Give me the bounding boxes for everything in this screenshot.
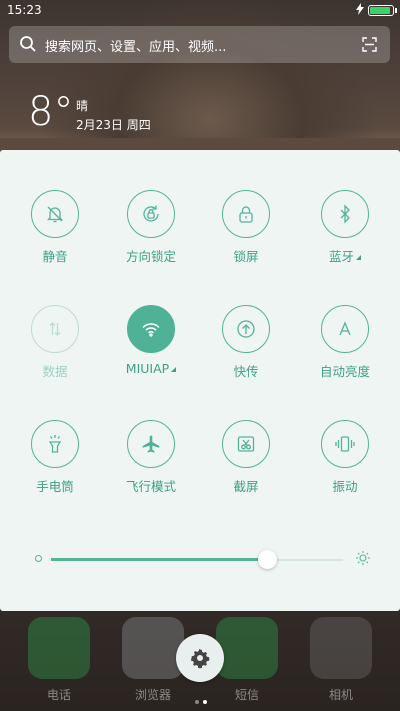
toggle-label: 锁屏 bbox=[233, 249, 259, 264]
more-indicator-icon bbox=[171, 367, 177, 372]
status-bar: 15:23 bbox=[0, 0, 400, 22]
toggle-label: 手电筒 bbox=[36, 479, 74, 494]
lightning-icon bbox=[356, 3, 364, 18]
toggle-label-text: 蓝牙 bbox=[328, 249, 354, 264]
weather-condition: 晴 bbox=[76, 99, 89, 113]
toggle-label: 静音 bbox=[42, 249, 68, 264]
status-time: 15:23 bbox=[7, 3, 42, 17]
gear-icon bbox=[190, 648, 210, 669]
dock-label-camera: 相机 bbox=[328, 688, 353, 702]
temperature: 8° bbox=[28, 89, 74, 135]
mobile-data-icon bbox=[31, 305, 79, 353]
bluetooth-icon bbox=[321, 190, 369, 238]
toggle-label: 方向锁定 bbox=[125, 249, 176, 264]
toggle-bluetooth[interactable]: 蓝牙 bbox=[300, 190, 390, 280]
search-icon bbox=[19, 35, 37, 57]
toggle-label: 蓝牙 bbox=[300, 246, 390, 265]
quick-transfer-icon bbox=[222, 305, 270, 353]
toggle-label: 截屏 bbox=[233, 479, 259, 494]
lock-icon bbox=[222, 190, 270, 238]
page-dot-active bbox=[203, 700, 207, 704]
toggle-label: 振动 bbox=[332, 479, 358, 494]
toggle-label: 数据 bbox=[42, 364, 68, 379]
brightness-track-fill bbox=[51, 558, 268, 561]
toggle-label: 飞行模式 bbox=[125, 479, 176, 494]
search-bar[interactable]: 搜索网页、设置、应用、视频... bbox=[9, 26, 390, 63]
weather-date: 2月23日 周四 bbox=[76, 118, 151, 132]
toggle-mobile-data[interactable]: 数据 bbox=[10, 305, 100, 395]
toggle-flashlight[interactable]: 手电筒 bbox=[10, 420, 100, 510]
auto-brightness-icon bbox=[321, 305, 369, 353]
quick-settings-panel: 静音 方向锁定 锁屏 蓝牙 数据 MIUIAP 快传 自动亮度 手电筒 飞行模式… bbox=[0, 150, 400, 611]
wifi-icon bbox=[127, 305, 175, 353]
bell-mute-icon bbox=[31, 190, 79, 238]
toggle-label: MIUIAP bbox=[106, 361, 196, 376]
toggle-screenshot[interactable]: 截屏 bbox=[201, 420, 291, 510]
scan-icon[interactable] bbox=[362, 37, 377, 56]
toggle-airplane-mode[interactable]: 飞行模式 bbox=[106, 420, 196, 510]
camera-app-icon[interactable] bbox=[310, 617, 372, 679]
more-indicator-icon bbox=[356, 255, 361, 260]
toggle-quick-transfer[interactable]: 快传 bbox=[201, 305, 291, 395]
brightness-low-icon bbox=[35, 555, 42, 562]
flashlight-icon bbox=[31, 420, 79, 468]
dock-label-messages: 短信 bbox=[234, 688, 259, 702]
dock-label-phone: 电话 bbox=[46, 688, 71, 702]
brightness-thumb[interactable] bbox=[258, 550, 278, 569]
page-dot bbox=[195, 700, 199, 704]
screenshot-icon bbox=[222, 420, 270, 468]
toggle-label: 快传 bbox=[233, 364, 259, 379]
settings-button[interactable] bbox=[176, 634, 224, 682]
toggle-label: 自动亮度 bbox=[319, 364, 370, 379]
rotation-lock-icon bbox=[127, 190, 175, 238]
toggle-vibrate[interactable]: 振动 bbox=[300, 420, 390, 510]
battery-icon bbox=[368, 5, 397, 16]
toggle-wifi[interactable]: MIUIAP bbox=[106, 305, 196, 395]
page-indicator bbox=[193, 689, 209, 708]
vibrate-icon bbox=[321, 420, 369, 468]
dock-label-browser: 浏览器 bbox=[134, 688, 171, 702]
brightness-slider[interactable] bbox=[33, 548, 371, 572]
toggle-rotation-lock[interactable]: 方向锁定 bbox=[106, 190, 196, 280]
toggle-lock-screen[interactable]: 锁屏 bbox=[201, 190, 291, 280]
browser-app-icon[interactable] bbox=[122, 617, 184, 679]
toggle-label-text: MIUIAP bbox=[125, 361, 170, 376]
toggle-mute[interactable]: 静音 bbox=[10, 190, 100, 280]
toggle-auto-brightness[interactable]: 自动亮度 bbox=[300, 305, 390, 395]
phone-app-icon[interactable] bbox=[28, 617, 90, 679]
airplane-icon bbox=[127, 420, 175, 468]
brightness-high-icon bbox=[355, 550, 371, 570]
search-placeholder: 搜索网页、设置、应用、视频... bbox=[45, 40, 227, 55]
messages-app-icon[interactable] bbox=[216, 617, 278, 679]
